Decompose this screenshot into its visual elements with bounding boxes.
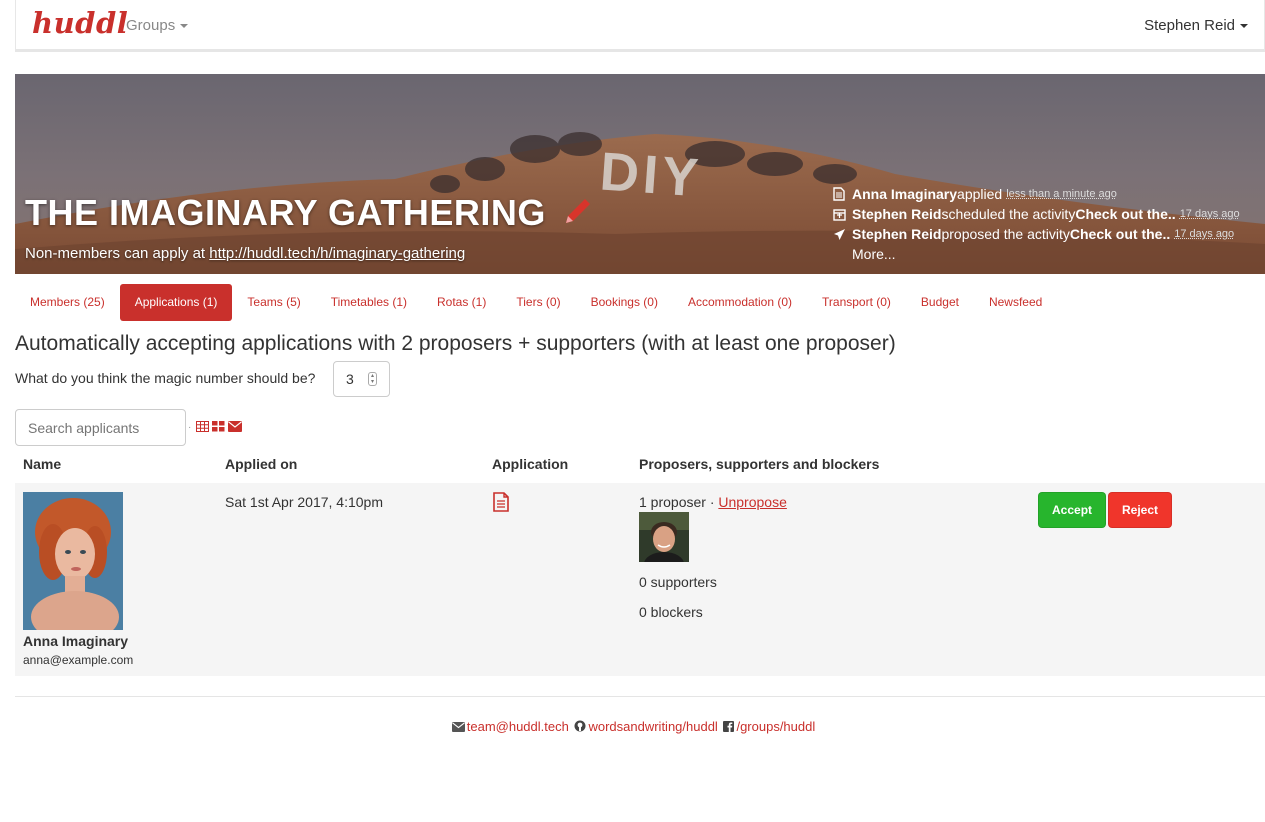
applicant-avatar[interactable] [23,492,123,630]
feed-actor[interactable]: Stephen Reid [852,206,941,222]
auto-accept-heading: Automatically accepting applications wit… [15,332,896,355]
groups-label: Groups [126,17,176,34]
tab-members[interactable]: Members (25) [15,284,120,321]
tab-tiers[interactable]: Tiers (0) [501,284,575,321]
footer-divider [15,696,1265,697]
user-menu-dropdown[interactable]: Stephen Reid [1144,17,1248,34]
unpropose-link[interactable]: Unpropose [718,494,787,510]
supporters-count: 0 supporters [639,574,717,590]
magic-number-question: What do you think the magic number shoul… [15,370,316,386]
github-icon [574,720,586,735]
column-header-name: Name [23,456,62,472]
feed-text: scheduled the activity [941,206,1076,222]
feed-time: less than a minute ago [1006,188,1117,200]
tab-timetables[interactable]: Timetables (1) [316,284,422,321]
footer: team@huddl.tech wordsandwriting/huddl /g… [0,719,1265,735]
group-banner: DIY THE IMAGINARY GATHERING Non-members … [15,74,1265,274]
tab-accommodation[interactable]: Accommodation (0) [673,284,807,321]
tab-applications[interactable]: Applications (1) [119,284,233,321]
feed-more[interactable]: More... [830,244,1260,264]
feed-text: proposed the activity [941,226,1070,242]
applicant-email: anna@example.com [23,653,134,667]
footer-github-link[interactable]: wordsandwriting/huddl [588,719,717,734]
send-icon [830,228,848,241]
apply-prefix: Non-members can apply at [25,245,210,262]
feed-time: 17 days ago [1174,228,1235,240]
tab-transport[interactable]: Transport (0) [807,284,906,321]
feed-more-link[interactable]: More... [852,246,896,262]
top-navbar: huddl Groups Stephen Reid [15,0,1265,52]
grid-view-icon[interactable] [212,419,225,435]
proposer-summary: 1 proposer · Unpropose [639,494,787,510]
column-header-proposers: Proposers, supporters and blockers [639,456,880,472]
envelope-icon [451,720,465,735]
blockers-count: 0 blockers [639,604,703,620]
proposer-avatar[interactable] [639,512,689,562]
feed-object[interactable]: Check out the.. [1075,206,1175,222]
caret-down-icon [180,24,189,29]
feed-actor[interactable]: Anna Imaginary [852,186,957,202]
tab-teams[interactable]: Teams (5) [232,284,315,321]
calendar-icon [830,208,848,221]
feed-item: Anna Imaginary applied less than a minut… [830,184,1260,204]
tab-rotas[interactable]: Rotas (1) [422,284,501,321]
footer-email-link[interactable]: team@huddl.tech [467,719,569,734]
proposer-count: 1 proposer · [639,494,719,510]
tab-bookings[interactable]: Bookings (0) [576,284,673,321]
diy-sign: DIY [598,141,704,209]
spinner-arrows-icon[interactable]: ▴ ▾ [368,372,377,386]
caret-down-icon [1240,24,1248,29]
footer-facebook-link[interactable]: /groups/huddl [736,719,815,734]
table-row: Anna Imaginary anna@example.com Sat 1st … [15,483,1265,676]
pencil-icon[interactable] [562,194,592,236]
application-document-icon[interactable] [492,492,510,515]
accept-button[interactable]: Accept [1038,492,1107,528]
applied-on-date: Sat 1st Apr 2017, 4:10pm [225,494,383,510]
view-options: · [188,419,243,435]
facebook-icon [723,720,735,735]
apply-link-text: Non-members can apply at http://huddl.te… [25,245,465,262]
feed-object[interactable]: Check out the.. [1070,226,1170,242]
column-header-applied-on: Applied on [225,456,298,472]
apply-url-link[interactable]: http://huddl.tech/h/imaginary-gathering [209,245,465,262]
table-view-icon[interactable] [196,419,210,435]
magic-number-value: 3 [346,371,354,387]
group-tabs: Members (25) Applications (1) Teams (5) … [15,284,1057,321]
groups-dropdown[interactable]: Groups [126,17,189,34]
magic-number-input[interactable]: 3 ▴ ▾ [333,361,390,397]
group-title: THE IMAGINARY GATHERING [25,192,592,236]
feed-time: 17 days ago [1179,208,1240,220]
feed-item: Stephen Reid scheduled the activity Chec… [830,204,1260,224]
file-icon [830,187,848,201]
column-header-application: Application [492,456,569,472]
applicant-name[interactable]: Anna Imaginary [23,633,128,649]
separator-dot: · [188,421,192,433]
feed-text: applied [957,186,1003,202]
tab-newsfeed[interactable]: Newsfeed [974,284,1057,321]
tab-budget[interactable]: Budget [906,284,974,321]
user-name-label: Stephen Reid [1144,17,1235,34]
reject-button[interactable]: Reject [1108,492,1173,528]
group-title-text: THE IMAGINARY GATHERING [25,192,546,233]
envelope-icon[interactable] [228,419,243,435]
activity-feed: Anna Imaginary applied less than a minut… [830,184,1260,264]
feed-item: Stephen Reid proposed the activity Check… [830,224,1260,244]
search-applicants-input[interactable] [15,409,186,446]
feed-actor[interactable]: Stephen Reid [852,226,941,242]
brand-logo[interactable]: huddl [32,6,128,40]
